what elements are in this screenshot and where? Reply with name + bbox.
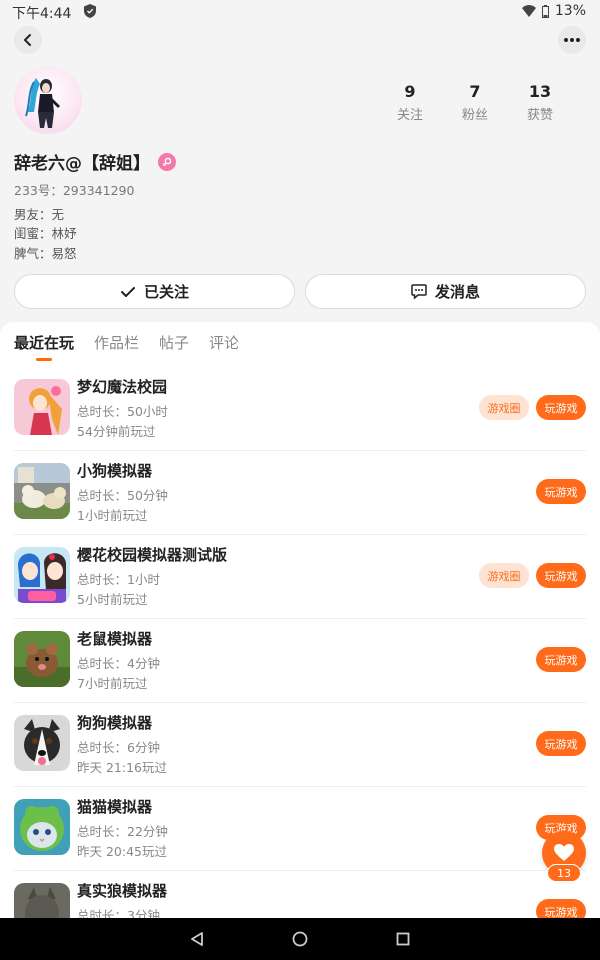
game-last-played: 54分钟前玩过 (77, 424, 156, 439)
game-title: 狗狗模拟器 (77, 714, 153, 732)
game-last-played: 5小时前玩过 (77, 592, 148, 607)
nav-recents-icon[interactable] (396, 932, 410, 946)
game-circle-button[interactable]: 游戏圈 (479, 395, 529, 420)
status-indicators: 13% (521, 3, 586, 19)
play-game-button[interactable]: 玩游戏 (536, 899, 586, 920)
bio-line: 脾气：易怒 (14, 246, 77, 261)
play-game-button[interactable]: 玩游戏 (536, 731, 586, 756)
nav-home-icon[interactable] (292, 931, 308, 947)
game-title: 樱花校园模拟器测试版 (77, 546, 228, 564)
mouse-sim-icon (14, 631, 70, 687)
username: 辞老六@【辞姐】 (14, 154, 150, 174)
content-panel: 最近在玩 作品栏 帖子 评论 梦幻魔法校园 总时长：50小时 54分钟前玩过 游… (0, 322, 600, 920)
heart-icon (554, 844, 574, 861)
game-duration: 总时长：1小时 (77, 572, 160, 587)
stat-likes[interactable]: 13 获赞 (510, 82, 570, 123)
game-circle-button[interactable]: 游戏圈 (479, 563, 529, 588)
following-button[interactable]: 已关注 (14, 274, 295, 309)
game-duration: 总时长：22分钟 (77, 824, 168, 839)
play-game-button[interactable]: 玩游戏 (536, 563, 586, 588)
avatar[interactable] (14, 66, 82, 134)
more-options-button[interactable] (558, 26, 586, 54)
username-row: 辞老六@【辞姐】 (14, 149, 176, 174)
cat-sim-icon (14, 799, 70, 855)
play-game-button[interactable]: 玩游戏 (536, 479, 586, 504)
send-message-button-label: 发消息 (434, 283, 480, 301)
female-gender-icon (158, 152, 176, 171)
game-title: 猫猫模拟器 (77, 798, 153, 816)
stat-followers-value: 7 (469, 82, 481, 101)
game-last-played: 7小时前玩过 (77, 676, 148, 691)
tab-posts[interactable]: 帖子 (159, 332, 189, 359)
more-dots-icon (564, 38, 580, 42)
following-button-label: 已关注 (143, 283, 189, 301)
shield-icon (84, 4, 96, 18)
game-last-played: 昨天 21:16玩过 (77, 760, 167, 775)
wolf-sim-icon (14, 883, 70, 920)
stat-followers-label: 粉丝 (461, 108, 488, 123)
game-last-played: 1小时前玩过 (77, 508, 148, 523)
game-row[interactable]: 樱花校园模拟器测试版 总时长：1小时 5小时前玩过 游戏圈 玩游戏 (14, 535, 586, 619)
tab-recently-played[interactable]: 最近在玩 (14, 332, 75, 361)
tab-active-indicator (36, 358, 52, 361)
game-row[interactable]: 梦幻魔法校园 总时长：50小时 54分钟前玩过 游戏圈 玩游戏 (14, 367, 586, 451)
game-title: 梦幻魔法校园 (77, 378, 168, 396)
game-last-played: 昨天 20:45玩过 (77, 844, 167, 859)
tab-comments[interactable]: 评论 (209, 332, 239, 359)
game-row[interactable]: 狗狗模拟器 总时长：6分钟 昨天 21:16玩过 玩游戏 (14, 703, 586, 787)
stat-following[interactable]: 9 关注 (380, 82, 440, 123)
checkmark-icon (120, 286, 135, 297)
game-duration: 总时长：50分钟 (77, 488, 168, 503)
user-id: 233号：293341290 (14, 183, 135, 198)
stat-following-value: 9 (404, 82, 416, 101)
wifi-icon (521, 5, 536, 17)
status-time: 下午4:44 (12, 6, 72, 22)
game-row[interactable]: 老鼠模拟器 总时长：4分钟 7小时前玩过 玩游戏 (14, 619, 586, 703)
game-row[interactable]: 真实狼模拟器 总时长：3分钟 玩游戏 (14, 871, 586, 920)
tab-label: 最近在玩 (14, 334, 75, 352)
game-duration: 总时长：50小时 (77, 404, 168, 419)
play-game-button[interactable]: 玩游戏 (536, 647, 586, 672)
battery-icon (541, 4, 549, 18)
game-duration: 总时长：4分钟 (77, 656, 160, 671)
game-title: 小狗模拟器 (77, 462, 153, 480)
status-bar: 下午4:44 13% (0, 0, 600, 24)
profile-tabs: 最近在玩 作品栏 帖子 评论 (14, 332, 239, 361)
stat-followers[interactable]: 7 粉丝 (445, 82, 505, 123)
system-nav-bar (0, 918, 600, 960)
avatar-image (25, 78, 60, 128)
bio-line: 闺蜜：林妤 (14, 226, 77, 241)
stat-likes-label: 获赞 (526, 108, 553, 123)
profile-stats: 9 关注 7 粉丝 13 获赞 (380, 82, 570, 123)
game-title: 真实狼模拟器 (77, 882, 168, 900)
nav-back-icon[interactable] (190, 932, 204, 946)
chevron-left-icon (24, 34, 31, 46)
game-list: 梦幻魔法校园 总时长：50小时 54分钟前玩过 游戏圈 玩游戏 小狗模拟器 总时… (0, 367, 600, 920)
like-count-badge: 13 (547, 864, 581, 882)
dog-sim-icon (14, 715, 70, 771)
battery-level: 13% (554, 3, 586, 19)
tab-label: 评论 (209, 334, 240, 352)
game-row[interactable]: 猫猫模拟器 总时长：22分钟 昨天 20:45玩过 玩游戏 (14, 787, 586, 871)
stat-following-label: 关注 (396, 108, 423, 123)
stat-likes-value: 13 (528, 82, 552, 101)
game-duration: 总时长：6分钟 (77, 740, 160, 755)
magic-school-icon (14, 379, 70, 435)
bio-line: 男友：无 (14, 207, 65, 222)
back-button[interactable] (14, 26, 42, 54)
tab-label: 作品栏 (94, 334, 140, 352)
game-title: 老鼠模拟器 (77, 630, 153, 648)
tab-works[interactable]: 作品栏 (94, 332, 139, 359)
puppy-sim-icon (14, 463, 70, 519)
game-row[interactable]: 小狗模拟器 总时长：50分钟 1小时前玩过 玩游戏 (14, 451, 586, 535)
tab-label: 帖子 (159, 334, 190, 352)
send-message-button[interactable]: 发消息 (305, 274, 586, 309)
message-icon (411, 284, 427, 299)
sakura-school-icon (14, 547, 70, 603)
play-game-button[interactable]: 玩游戏 (536, 395, 586, 420)
